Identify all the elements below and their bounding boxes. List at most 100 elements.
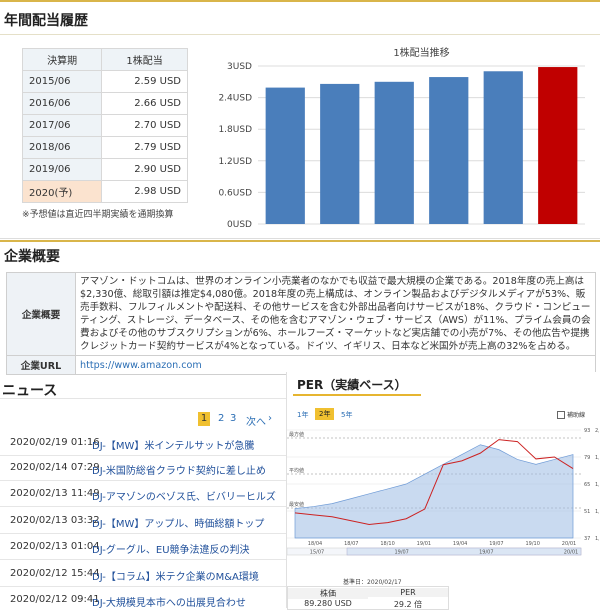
x-tick-label: 18/04 — [308, 541, 322, 547]
table-row: 2018/06 2.79 USD — [21, 136, 188, 159]
dividend-heading: 年間配当履歴 — [4, 13, 88, 29]
next-page-button[interactable]: 次へ — [246, 413, 266, 428]
table-row: 2016/06 2.66 USD — [21, 92, 188, 115]
bar — [265, 87, 305, 224]
table-row-forecast: 2020(予) 2.98 USD — [21, 180, 188, 203]
list-item[interactable]: 2020/02/14 07:29 DJ-米国防総省クラウド契約に差し止め — [0, 456, 300, 481]
base-date: 基準日：2020/02/17 — [343, 579, 402, 586]
row-year: 2016/06 — [21, 92, 103, 115]
y-far-right-tick-label: 1,0 — [595, 536, 599, 542]
y-far-right-tick-label: 1,8 — [595, 455, 599, 461]
summary-header-price: 株価 — [288, 588, 368, 599]
news-date: 2020/02/19 01:16 — [10, 437, 100, 448]
bar — [538, 67, 578, 224]
bar — [320, 83, 360, 224]
news-title[interactable]: DJ-グーグル、EU競争法違反の判決 — [92, 541, 292, 556]
list-item[interactable]: 2020/02/19 01:16 DJ-【MW】米インテルサットが急騰 — [0, 431, 300, 456]
summary-header-per: PER — [368, 588, 448, 597]
row-value: 2.98 USD — [101, 180, 188, 203]
x-tick-label: 20/01 — [562, 541, 576, 547]
company-overview-text: アマゾン・ドットコムは、世界のオンライン小売業者のなかでも収益で最大規模の企業で… — [75, 272, 596, 356]
news-area: ニュース 1 2 3 次へ › 2020/02/19 01:16 DJ-【MW】米… — [0, 372, 300, 609]
row-year: 2018/06 — [21, 136, 103, 159]
table-row: 2015/06 2.59 USD — [21, 70, 188, 93]
page-1-button[interactable]: 1 — [198, 412, 210, 426]
y-right-tick-label: 93 — [584, 428, 590, 434]
row-value: 2.90 USD — [101, 158, 188, 181]
header-dividend: 1株配当 — [101, 48, 188, 71]
next-arrow-icon[interactable]: › — [268, 413, 272, 424]
news-title[interactable]: DJ-米国防総省クラウド契約に差し止め — [92, 462, 292, 477]
per-heading-underline — [293, 394, 421, 396]
news-date: 2020/02/12 09:41 — [10, 594, 100, 605]
summary-value-per: 29.2 倍 — [393, 600, 423, 609]
navigator-window — [346, 547, 582, 556]
x-tick-label: 18/07 — [344, 541, 358, 547]
dividend-note: ※予想値は直近四半期実績を通期換算 — [22, 210, 174, 220]
row-year: 2020(予) — [21, 180, 103, 203]
list-item[interactable]: 2020/02/13 01:04 DJ-グーグル、EU競争法違反の判決 — [0, 535, 300, 560]
news-date: 2020/02/13 03:32 — [10, 515, 100, 526]
top-accent-line — [0, 0, 600, 2]
company-heading: 企業概要 — [4, 249, 60, 265]
news-title[interactable]: DJ-【コラム】米テク企業のM&A環境 — [92, 568, 292, 583]
list-item[interactable]: 2020/02/12 15:44 DJ-【コラム】米テク企業のM&A環境 — [0, 562, 300, 587]
y-tick-label: 2.4USD — [218, 94, 252, 104]
row-year: 2019/06 — [21, 158, 103, 181]
page-3-button[interactable]: 3 — [230, 413, 236, 424]
navigator-tick-label: 19/07 — [479, 550, 493, 556]
per-line-chart: 93 79 65 51 37 2,1 1,8 1,4 1,2 1,0 最方値平均値最安値 18/04 1… — [287, 428, 599, 556]
x-tick-label: 19/01 — [417, 541, 431, 547]
x-tick-label: 19/04 — [453, 541, 467, 547]
news-title[interactable]: DJ-大規模見本市への出展見合わせ — [92, 594, 292, 609]
list-item[interactable]: 2020/02/13 03:32 DJ-【MW】アップル、時価総額トップ — [0, 509, 300, 534]
y-far-right-tick-label: 1,4 — [595, 482, 599, 488]
y-far-right-tick-label: 1,2 — [595, 509, 599, 515]
news-heading: ニュース — [2, 383, 58, 399]
list-item[interactable]: 2020/02/13 11:49 DJ-アマゾンのベゾス氏、ビバリーヒルズ — [0, 482, 300, 507]
band-label: 最安値 — [289, 501, 304, 508]
y-tick-label: 1.2USD — [218, 157, 252, 167]
y-tick-label: 3USD — [227, 62, 252, 72]
company-table: 企業概要 アマゾン・ドットコムは、世界のオンライン小売業者のなかでも収益で最大規… — [6, 272, 596, 375]
company-url-link[interactable]: https://www.amazon.com — [80, 360, 202, 371]
y-tick-label: 0USD — [227, 220, 252, 230]
band-label: 最方値 — [289, 431, 304, 438]
company-overview-label: 企業概要 — [6, 272, 76, 356]
company-overview-row: 企業概要 アマゾン・ドットコムは、世界のオンライン小売業者のなかでも収益で最大規… — [6, 272, 596, 356]
pagination: 1 2 3 次へ › — [198, 412, 298, 428]
per-heading: PER（実績ベース） — [297, 378, 407, 392]
y-right-tick-label: 51 — [584, 509, 590, 515]
per-panel: PER（実績ベース） 1年 2年 5年 補助線 93796551372,11,8… — [286, 372, 599, 610]
y-far-right-tick-label: 2,1 — [595, 428, 599, 434]
navigator-tick-label: 15/07 — [310, 550, 324, 556]
news-title[interactable]: DJ-アマゾンのベゾス氏、ビバリーヒルズ — [92, 488, 292, 503]
header-period: 決算期 — [21, 48, 103, 71]
list-item[interactable]: 2020/02/12 09:41 DJ-大規模見本市への出展見合わせ — [0, 588, 300, 612]
y-right-tick-label: 65 — [584, 482, 590, 488]
y-right-tick-label: 37 — [584, 536, 590, 542]
bar — [483, 71, 523, 224]
news-title[interactable]: DJ-【MW】アップル、時価総額トップ — [92, 515, 292, 530]
page-2-button[interactable]: 2 — [218, 413, 224, 424]
summary-value-price: 89.280 USD — [304, 599, 352, 608]
news-date: 2020/02/14 07:29 — [10, 462, 100, 473]
table-row: 2019/06 2.90 USD — [21, 158, 188, 181]
dividend-table-header: 決算期 1株配当 — [21, 48, 188, 71]
navigator-tick-label: 19/07 — [394, 550, 408, 556]
dividend-table: 決算期 1株配当 2015/06 2.59 USD 2016/06 2.66 USD… — [21, 48, 188, 203]
table-row: 2017/06 2.70 USD — [21, 114, 188, 137]
section-divider — [0, 238, 600, 239]
dividend-heading-underline — [0, 34, 600, 35]
row-value: 2.79 USD — [101, 136, 188, 159]
price-area — [294, 444, 574, 539]
row-year: 2015/06 — [21, 70, 103, 93]
news-title[interactable]: DJ-【MW】米インテルサットが急騰 — [92, 437, 292, 452]
x-tick-label: 19/07 — [489, 541, 503, 547]
row-year: 2017/06 — [21, 114, 103, 137]
band-label: 平均値 — [289, 467, 304, 474]
company-accent-line — [0, 240, 600, 242]
y-tick-label: 0.6USD — [218, 188, 252, 198]
news-date: 2020/02/12 15:44 — [10, 568, 100, 579]
row-value: 2.59 USD — [101, 70, 188, 93]
